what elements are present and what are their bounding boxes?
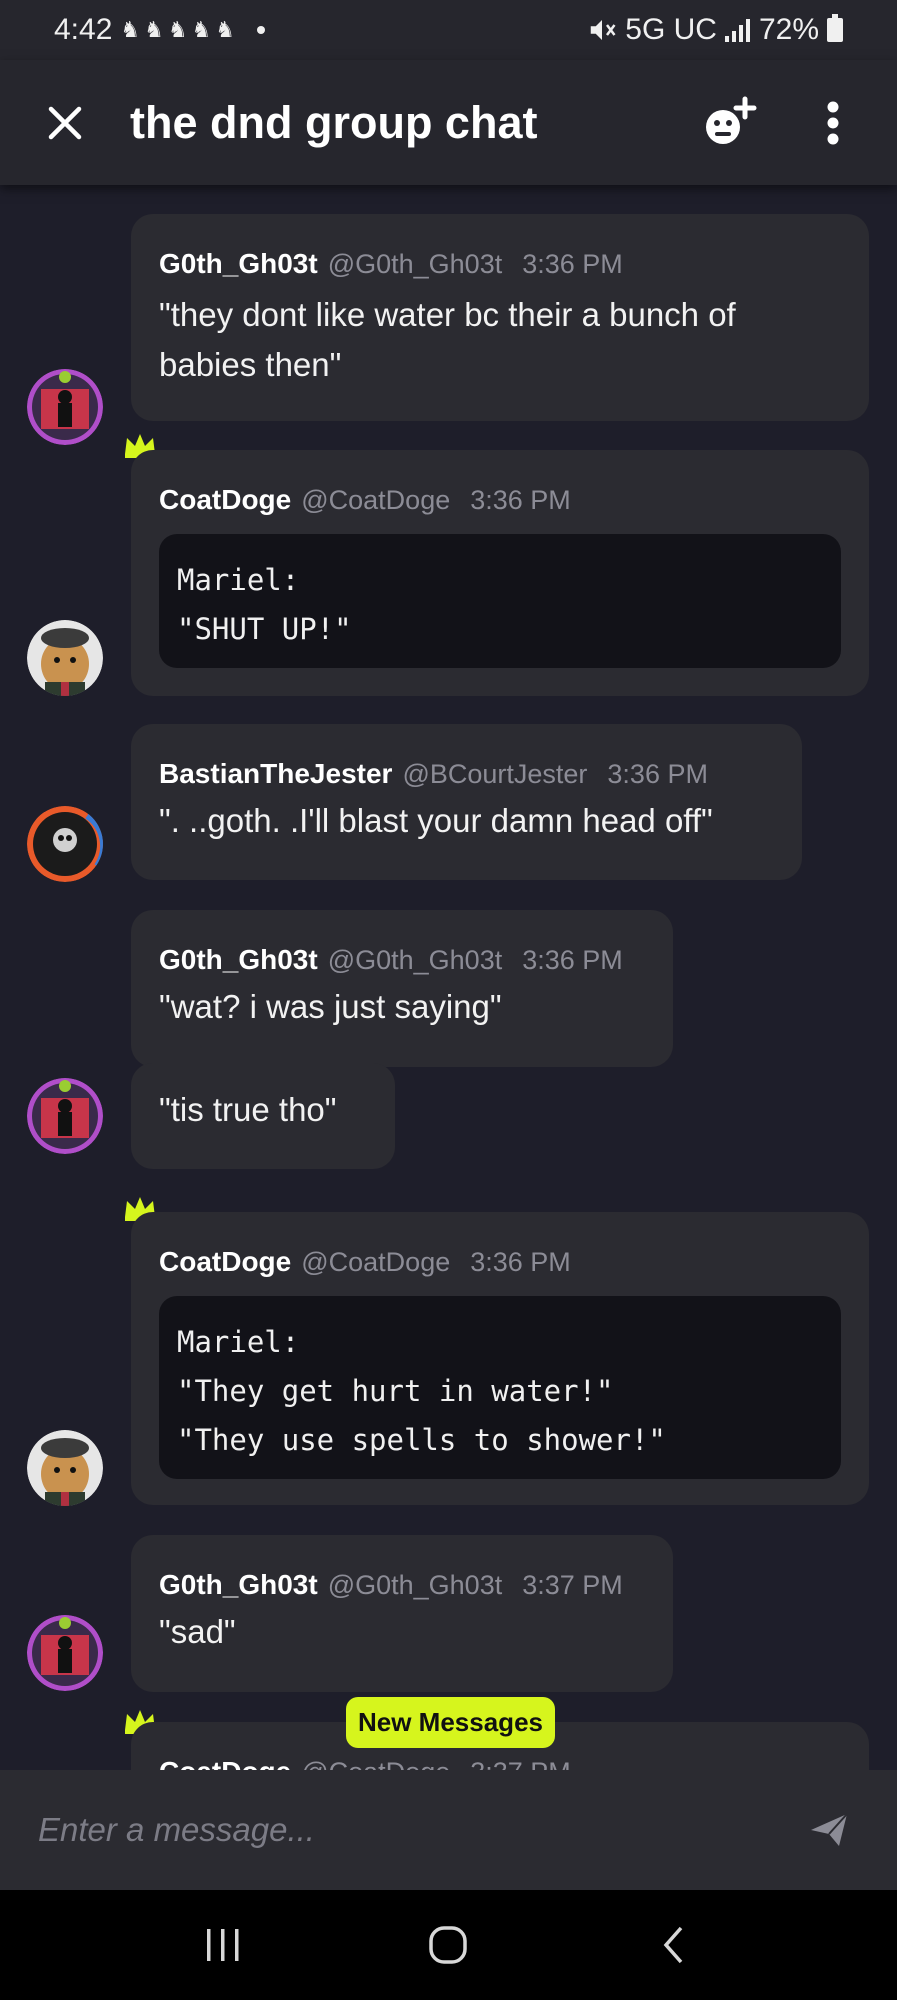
message-text: ". ..goth. .I'll blast your damn head of… [159,802,713,839]
avatar[interactable] [27,806,103,882]
author-handle: @BCourtJester [402,759,588,789]
author-handle: @G0th_Gh03t [327,1570,503,1600]
avatar[interactable] [27,620,103,696]
system-nav-bar [0,1890,897,2000]
close-icon [48,106,82,139]
message-bubble[interactable]: BastianTheJester @BCourtJester 3:36 PM "… [131,724,802,880]
message-time: 3:36 PM [470,1247,571,1277]
message-time: 3:36 PM [522,945,623,975]
message-bubble[interactable]: CoatDoge @CoatDoge 3:36 PM Mariel: "SHUT… [131,450,869,696]
message-time: 3:36 PM [470,485,571,515]
home-button[interactable] [408,1905,488,1985]
author-name[interactable]: CoatDoge [159,1246,291,1278]
message-text: "wat? i was just saying" [159,988,502,1025]
message-text: "tis true tho" [159,1091,337,1128]
author-name[interactable]: G0th_Gh03t [159,248,318,280]
author-handle: @CoatDoge [301,1757,450,1770]
message-composer [0,1770,897,1890]
message-time: 3:37 PM [470,1757,571,1770]
message-text: "sad" [159,1613,236,1650]
back-icon [663,1926,683,1964]
avatar[interactable] [27,1078,103,1154]
author-name[interactable]: CoatDoge [159,484,291,516]
message-time: 3:36 PM [522,249,623,279]
message-bubble[interactable]: G0th_Gh03t @G0th_Gh03t 3:36 PM "they don… [131,214,869,421]
author-handle: @G0th_Gh03t [327,249,503,279]
notification-icons: ♞♞♞♞♞ [120,17,240,42]
back-button[interactable] [634,1905,714,1985]
author-handle: @CoatDoge [301,1247,451,1277]
avatar[interactable] [27,1430,103,1506]
send-icon [811,1813,848,1846]
status-time: 4:42 [54,13,113,46]
avatar[interactable] [27,1615,103,1691]
close-button[interactable] [30,88,100,158]
message-bubble[interactable]: G0th_Gh03t @G0th_Gh03t 3:36 PM "wat? i w… [131,910,673,1067]
author-name[interactable]: BastianTheJester [159,758,392,790]
author-handle: @CoatDoge [301,485,451,515]
message-bubble[interactable]: "tis true tho" [131,1063,395,1169]
chat-title: the dnd group chat [130,96,538,148]
battery-icon [827,14,843,42]
notification-dot-icon [257,26,266,34]
author-name[interactable]: CoatDoge [159,1756,291,1770]
battery-percent: 72% [758,13,819,46]
message-time: 3:36 PM [607,759,708,789]
code-block: Mariel: "They get hurt in water!" "They … [159,1296,841,1479]
emoji-add-icon [706,96,757,144]
network-label: 5G UC [625,13,717,46]
message-time: 3:37 PM [522,1570,623,1600]
message-list[interactable]: G0th_Gh03t @G0th_Gh03t 3:36 PM "they don… [0,185,897,1770]
chat-header: the dnd group chat [0,60,897,185]
home-icon [429,1926,468,1964]
author-name[interactable]: G0th_Gh03t [159,1569,318,1601]
status-bar: 4:42 ♞♞♞♞♞ 5G UC 72% [0,0,897,60]
message-text: "they dont like water bc their a bunch o… [159,296,736,383]
recent-apps-button[interactable] [183,1905,263,1985]
message-bubble[interactable]: G0th_Gh03t @G0th_Gh03t 3:37 PM "sad" [131,1535,673,1692]
message-bubble[interactable]: CoatDoge @CoatDoge 3:36 PM Mariel: "They… [131,1212,869,1505]
new-messages-button[interactable]: New Messages [346,1697,555,1748]
author-handle: @G0th_Gh03t [327,945,503,975]
recent-apps-icon [206,1929,239,1961]
code-block: Mariel: "SHUT UP!" [159,534,841,668]
kebab-menu-icon [827,101,839,144]
signal-icon [724,19,750,42]
author-name[interactable]: G0th_Gh03t [159,944,318,976]
mute-icon [591,20,616,40]
more-options-button[interactable] [803,93,863,153]
add-reaction-button[interactable] [699,93,759,153]
send-button[interactable] [799,1800,859,1860]
avatar[interactable] [27,369,103,445]
message-input[interactable] [38,1811,799,1849]
